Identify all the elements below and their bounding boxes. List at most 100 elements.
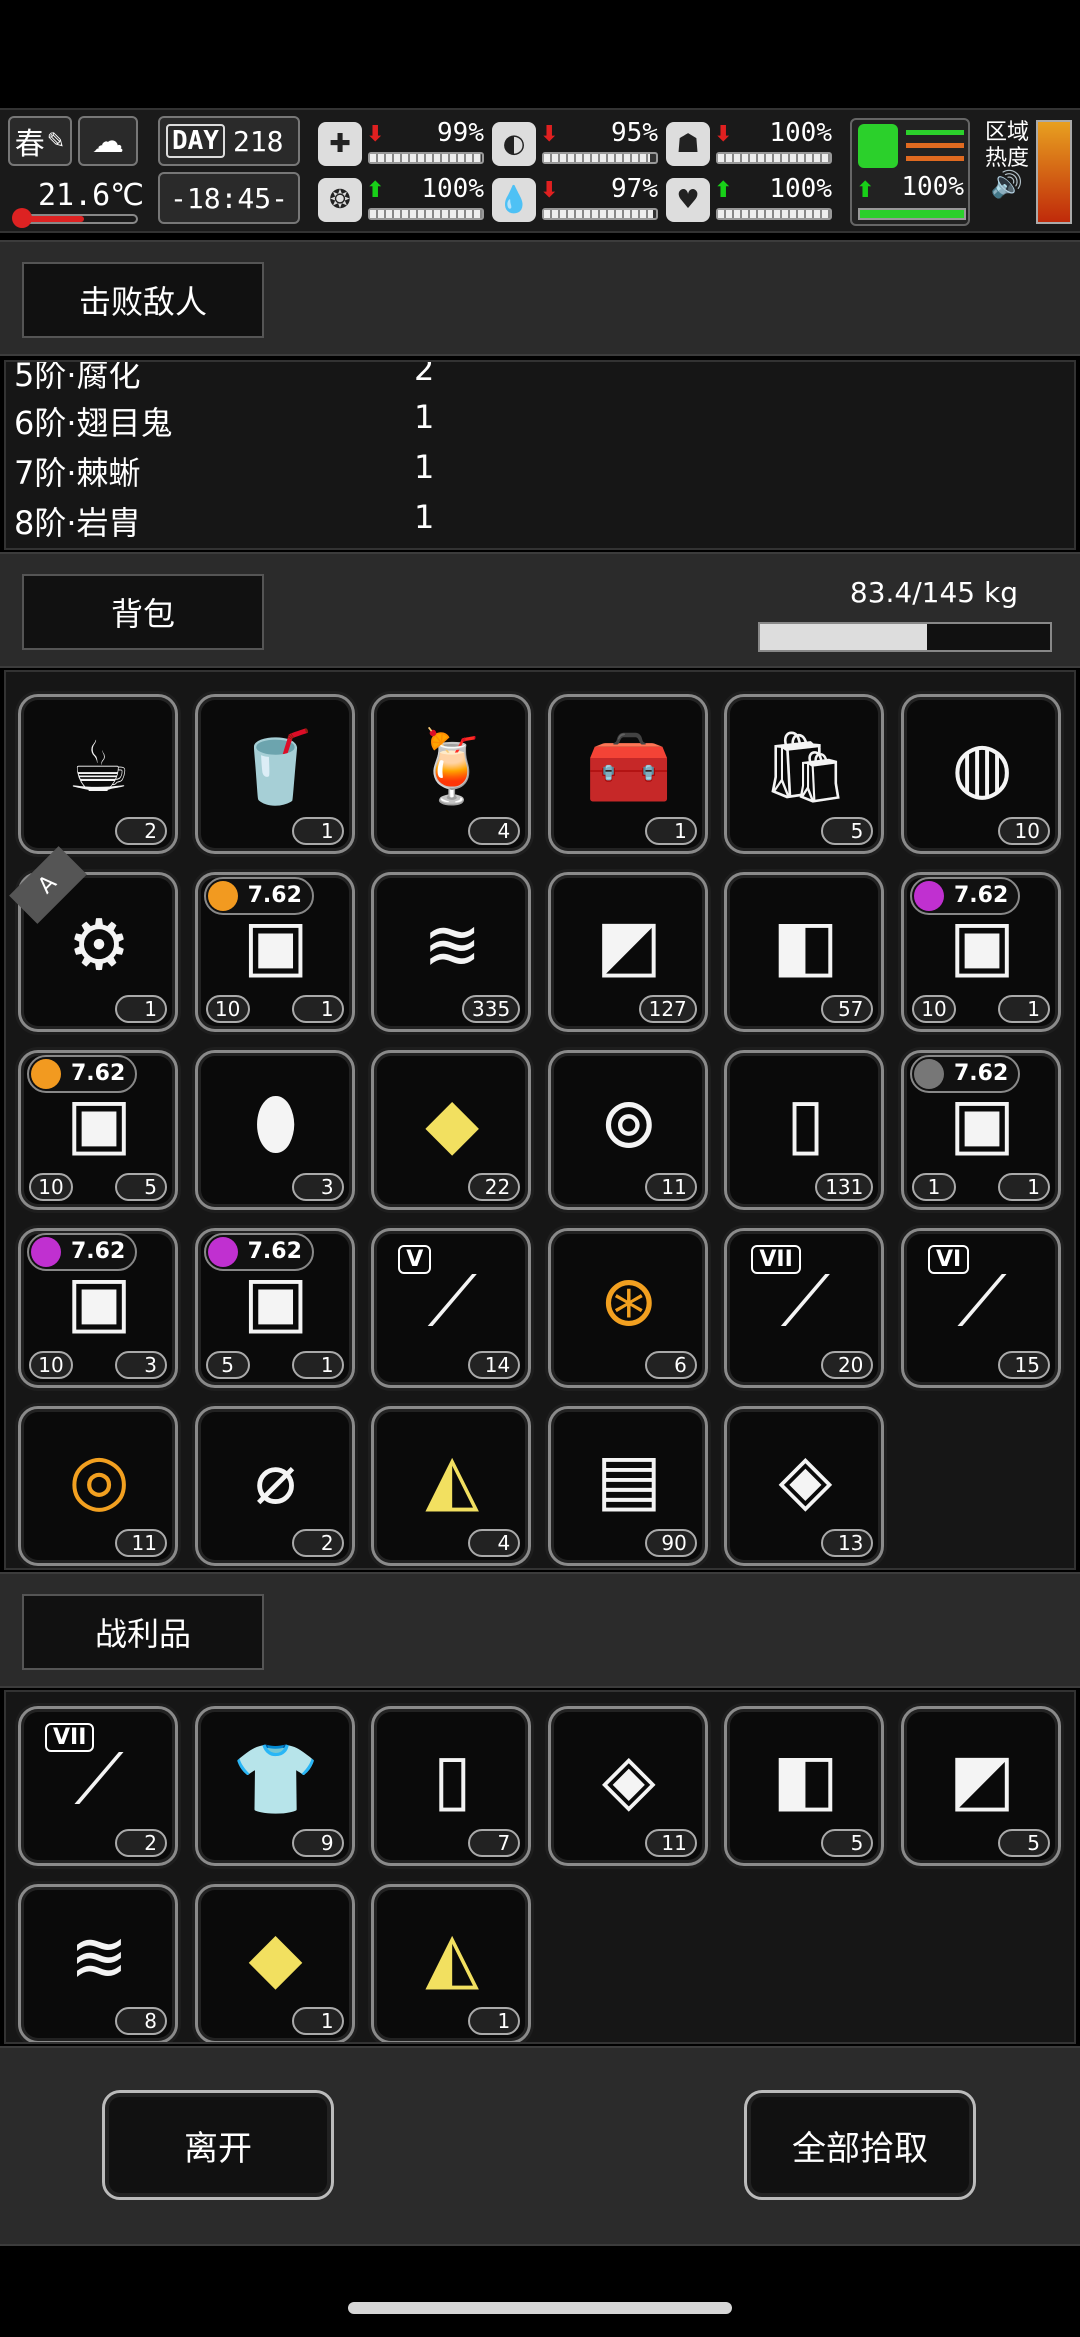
- item-slot-towel[interactable]: ▯ 7: [371, 1706, 532, 1866]
- backpack-title: 背包: [22, 574, 264, 650]
- enemy-count: 1: [414, 448, 435, 486]
- stat-health: ✚ ⬇ 99%: [318, 118, 488, 170]
- wire-spool-icon: ⊛: [599, 1260, 659, 1342]
- item-slot-tool-bag[interactable]: 🛍 5: [724, 694, 885, 854]
- boot-icon: [858, 124, 898, 168]
- stat-value: 95%: [611, 118, 658, 148]
- clock-time: -18:45-: [169, 181, 288, 215]
- loot-grid[interactable]: ⟋ VII 2 👕 9 ▯ 7 ◈ 11 ◧ 5 ◩ 5 ≋ 8 ◆ 1 ◭ 1: [4, 1690, 1076, 2044]
- item-slot-ore-chunk[interactable]: ◈ 11: [547, 1706, 708, 1866]
- item-slot-test-tube-vi[interactable]: ⟋ VI 15: [901, 1228, 1061, 1388]
- water-drop-icon: 💧: [492, 178, 536, 222]
- item-slot-fabric-sheet[interactable]: ◩ 127: [547, 872, 708, 1032]
- stat-bar: [542, 152, 658, 164]
- item-slot-juice-glass[interactable]: 🍹 4: [371, 694, 532, 854]
- leave-button[interactable]: 离开: [102, 2090, 334, 2200]
- item-slot-yellow-crystal[interactable]: ◆ 22: [371, 1050, 532, 1210]
- take-all-button[interactable]: 全部拾取: [744, 2090, 976, 2200]
- folded-cloth-icon: ◧: [772, 1738, 839, 1820]
- item-slot-test-tube-vii[interactable]: ⟋ VII 2: [18, 1706, 178, 1866]
- item-slot-paper-roll[interactable]: ⊚ 11: [547, 1050, 708, 1210]
- item-slot-yellow-crystal[interactable]: ◆ 1: [194, 1884, 355, 2042]
- item-slot-battery-cell[interactable]: ▤ 90: [547, 1406, 708, 1566]
- item-slot-toolbox[interactable]: 🧰 1: [547, 694, 708, 854]
- caliber-label: 7.62: [71, 1061, 126, 1086]
- thermometer-icon: [12, 208, 32, 228]
- stat-bar: [368, 152, 484, 164]
- item-slot-ammo-box-purple[interactable]: ▣ 7.62 5 1: [194, 1228, 355, 1388]
- item-slot-ammo-box-purple[interactable]: ▣ 7.62 10 1: [901, 872, 1061, 1032]
- item-slot-cloth-stack[interactable]: ≋ 335: [371, 872, 532, 1032]
- defeated-list[interactable]: 5阶·腐化 2 6阶·翅目鬼 1 7阶·棘蜥 1 8阶·岩胄 1: [4, 360, 1076, 550]
- weather-indicator: ☁: [78, 116, 138, 166]
- item-slot-wire-spool[interactable]: ⊛ 6: [547, 1228, 708, 1388]
- enemy-count: 1: [414, 498, 435, 536]
- item-slot-folded-cloth[interactable]: ◧ 5: [724, 1706, 885, 1866]
- zone-label-2: 热度: [984, 146, 1029, 171]
- item-count: 1: [998, 995, 1050, 1023]
- item-slot-test-tube-vii[interactable]: ⟋ VII 20: [724, 1228, 885, 1388]
- item-slot-ammo-box-fire[interactable]: ▣ 7.62 10 5: [18, 1050, 178, 1210]
- item-count: 15: [998, 1351, 1050, 1379]
- stamina-value: 100%: [901, 172, 964, 202]
- home-indicator[interactable]: [348, 2302, 732, 2314]
- item-slot-bandage-roll[interactable]: ⌀ 2: [194, 1406, 355, 1566]
- stat-value: 100%: [421, 174, 484, 204]
- item-slot-torn-shirt[interactable]: 👕 9: [194, 1706, 355, 1866]
- day-tag: DAY: [166, 124, 225, 158]
- item-slot-towel[interactable]: ▯ 131: [724, 1050, 885, 1210]
- item-count: 2: [115, 817, 167, 845]
- tier-badge: VII: [45, 1723, 95, 1752]
- tier-badge: V: [398, 1245, 432, 1274]
- season-label: 春: [14, 127, 45, 162]
- zone-heat[interactable]: 区域 热度 🔊: [984, 120, 1030, 198]
- stat-value: 100%: [769, 174, 832, 204]
- coffee-can-icon: ☕: [67, 726, 131, 808]
- caliber-label: 7.62: [247, 1239, 302, 1264]
- item-sub-count: 1: [912, 1173, 956, 1201]
- torn-shirt-icon: 👕: [232, 1737, 320, 1820]
- item-sub-count: 5: [205, 1351, 250, 1379]
- weight-fill: [760, 624, 927, 650]
- heat-meter: [1036, 120, 1072, 224]
- item-slot-yellow-cloth[interactable]: ◭ 4: [371, 1406, 532, 1566]
- item-count: 127: [638, 995, 697, 1023]
- up-arrow-icon: ⬆: [366, 178, 385, 203]
- item-slot-drink-cup[interactable]: 🥤 1: [194, 694, 355, 854]
- backpack-grid[interactable]: ☕ 2 🥤 1 🍹 4 🧰 1 🛍 5 ◍ 10 ⚙ A 1 ▣ 7.62 10 1 ≋ 335 ◩ 127 ◧ 57 ▣ 7.62…: [4, 670, 1076, 1570]
- item-slot-ammo-box-gray[interactable]: ▣ 7.62 1 1: [901, 1050, 1061, 1210]
- item-slot-net-bag[interactable]: ◍ 10: [901, 694, 1061, 854]
- yellow-cloth-icon: ◭: [425, 1916, 480, 1998]
- item-slot-yellow-cloth[interactable]: ◭ 1: [371, 1884, 532, 2042]
- yellow-cloth-icon: ◭: [425, 1438, 480, 1520]
- ammo-type-icon: [914, 1059, 944, 1089]
- item-count: 90: [644, 1529, 697, 1557]
- item-slot-tape-roll[interactable]: ◎ 11: [18, 1406, 178, 1566]
- item-count: 4: [468, 817, 521, 845]
- item-slot-coffee-can[interactable]: ☕ 2: [18, 694, 178, 854]
- item-count: 1: [291, 1351, 344, 1379]
- storm-cloud-icon: ☁: [92, 122, 124, 160]
- item-slot-gauntlet[interactable]: ⚙ A 1: [9, 846, 178, 1032]
- item-slot-ammo-box-purple[interactable]: ▣ 7.62 10 3: [18, 1228, 178, 1388]
- speaker-icon[interactable]: 🔊: [984, 172, 1030, 198]
- item-slot-ammo-box-fire[interactable]: ▣ 7.62 10 1: [194, 872, 355, 1032]
- item-slot-bottle[interactable]: ⬮ 3: [194, 1050, 355, 1210]
- item-slot-folded-cloth[interactable]: ◧ 57: [724, 872, 885, 1032]
- item-slot-cloth-stack[interactable]: ≋ 8: [18, 1884, 178, 2042]
- ore-chunk-icon: ◈: [778, 1438, 833, 1520]
- stat-value: 97%: [611, 174, 658, 204]
- down-arrow-icon: ⬇: [540, 178, 559, 203]
- feather-icon: ✎: [46, 128, 66, 154]
- fabric-sheet-icon: ◩: [595, 904, 662, 986]
- paper-roll-icon: ⊚: [599, 1082, 659, 1164]
- action-bar: 离开 全部拾取: [0, 2046, 1080, 2246]
- caliber-label: 7.62: [247, 883, 302, 908]
- ammo-type-icon: [31, 1059, 61, 1089]
- stomach-icon: ◐: [492, 122, 536, 166]
- enemy-row: 5阶·腐化 2: [14, 362, 474, 398]
- defeated-title: 击败敌人: [22, 262, 264, 338]
- item-slot-test-tube-v[interactable]: ⟋ V 14: [371, 1228, 532, 1388]
- item-slot-ore-chunk[interactable]: ◈ 13: [724, 1406, 885, 1566]
- item-slot-fabric-sheet[interactable]: ◩ 5: [901, 1706, 1061, 1866]
